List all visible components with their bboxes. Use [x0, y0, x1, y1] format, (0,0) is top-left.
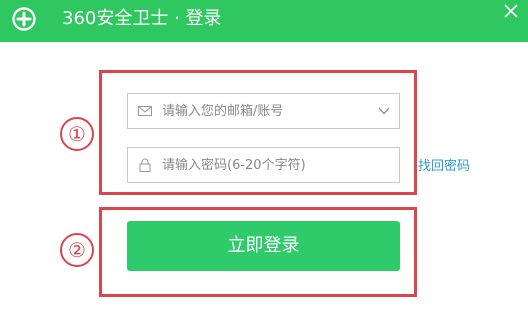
360-logo-icon: [12, 7, 36, 31]
lock-icon: [139, 158, 151, 172]
window-title: 360安全卫士 · 登录: [62, 8, 222, 29]
envelope-icon: [138, 106, 152, 116]
find-password-link[interactable]: 找回密码: [418, 155, 470, 174]
password-field[interactable]: [127, 147, 400, 183]
close-icon[interactable]: [502, 2, 520, 20]
password-input[interactable]: [162, 148, 362, 182]
annotation-number-2: ②: [60, 233, 94, 267]
account-field[interactable]: [127, 93, 400, 129]
title-bar: 360安全卫士 · 登录: [0, 0, 528, 42]
login-button[interactable]: 立即登录: [127, 221, 400, 271]
annotation-number-1: ①: [60, 117, 94, 151]
chevron-down-icon[interactable]: [377, 105, 391, 117]
account-input[interactable]: [162, 94, 362, 128]
